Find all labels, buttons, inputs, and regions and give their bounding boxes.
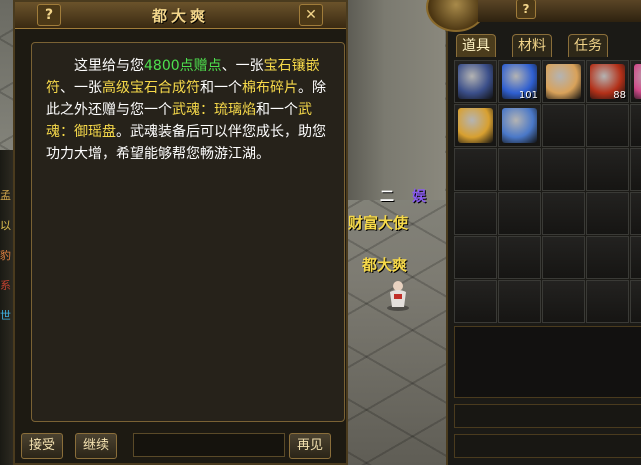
left-edge-hud: 孟 以 豹 系 世 (0, 150, 14, 465)
dialog-title-bar: ? 都大爽 ✕ (15, 2, 346, 29)
inventory-slot[interactable] (542, 280, 585, 323)
npc-dialog-panel: ? 都大爽 ✕ 这里给与您4800点赠点、一张宝石镶嵌符、一张高级宝石合成符和一… (13, 0, 348, 465)
dialog-message: 这里给与您4800点赠点、一张宝石镶嵌符、一张高级宝石合成符和一个棉布碎片。除此… (46, 58, 326, 162)
reward-cloth: 棉布碎片 (242, 80, 298, 96)
stone-wall (345, 0, 445, 200)
hud-fragment: 孟 (0, 190, 11, 202)
inventory-slot[interactable] (630, 60, 641, 103)
inventory-slot[interactable] (454, 148, 497, 191)
inventory-slot[interactable] (586, 104, 629, 147)
inventory-grid: 101 88 (454, 60, 641, 323)
inventory-bar (454, 434, 641, 458)
inventory-slot[interactable] (630, 104, 641, 147)
inventory-slot[interactable] (630, 280, 641, 323)
inventory-slot[interactable] (498, 104, 541, 147)
npc-sprite[interactable] (385, 278, 411, 312)
sword-item-icon (458, 64, 493, 99)
inventory-slot[interactable] (498, 192, 541, 235)
inventory-slot[interactable] (498, 280, 541, 323)
inventory-slot[interactable] (454, 104, 497, 147)
dialog-footer: 接受 继续 再见 (15, 431, 346, 463)
inventory-slot[interactable] (542, 192, 585, 235)
inventory-slot[interactable] (630, 192, 641, 235)
inventory-slot[interactable] (542, 104, 585, 147)
dialog-title: 都大爽 (151, 7, 209, 25)
hud-fragment: 世 (0, 310, 11, 322)
tab-quest[interactable]: 任务 (568, 34, 608, 57)
accept-button[interactable]: 接受 (21, 433, 64, 459)
inventory-slot[interactable] (630, 148, 641, 191)
inventory-slot[interactable] (586, 148, 629, 191)
help-icon[interactable]: ? (516, 0, 536, 19)
reward-soul-1: 武魂：琉璃焰 (172, 102, 256, 118)
inventory-panel: ? 道具 材料 任务 101 88 (426, 0, 641, 465)
scroll-item-icon (458, 108, 493, 143)
scene-text-fragment: 娱 (412, 189, 426, 205)
blue-charm-item-icon (502, 108, 537, 143)
dialog-input-field[interactable] (133, 433, 285, 457)
tab-materials[interactable]: 材料 (512, 34, 552, 57)
close-icon[interactable]: ✕ (299, 4, 323, 26)
inventory-header: ? (478, 0, 641, 22)
inventory-slot[interactable] (454, 60, 497, 103)
pink-item-icon (634, 64, 641, 99)
inventory-slot[interactable] (586, 236, 629, 279)
inventory-slot[interactable] (586, 192, 629, 235)
reward-gem-merge: 高级宝石合成符 (102, 80, 200, 96)
item-count: 88 (613, 90, 626, 101)
inventory-slot[interactable] (454, 236, 497, 279)
npc-title: 财富大使 (348, 214, 409, 232)
inventory-slot[interactable] (498, 236, 541, 279)
inventory-slot[interactable] (542, 148, 585, 191)
hud-fragment: 系 (0, 280, 11, 292)
pearls-item-icon (546, 64, 581, 99)
inventory-slot[interactable]: 101 (498, 60, 541, 103)
inventory-slot[interactable] (454, 280, 497, 323)
continue-button[interactable]: 继续 (75, 433, 118, 459)
scene-text-fragment: 二 (380, 189, 394, 205)
reward-points: 4800点赠点 (144, 58, 222, 74)
inventory-slot[interactable] (498, 148, 541, 191)
inventory-slot[interactable] (630, 236, 641, 279)
inventory-slot[interactable] (586, 280, 629, 323)
npc-name[interactable]: 都大爽 (362, 254, 407, 275)
inventory-bar (454, 404, 641, 428)
inventory-detail-area (454, 326, 641, 398)
inventory-slot[interactable] (454, 192, 497, 235)
inventory-slot[interactable] (542, 236, 585, 279)
hud-fragment: 以 (0, 220, 11, 232)
tab-items[interactable]: 道具 (456, 34, 496, 57)
item-count: 101 (518, 90, 538, 101)
inventory-slot[interactable] (542, 60, 585, 103)
dialog-content: 这里给与您4800点赠点、一张宝石镶嵌符、一张高级宝石合成符和一个棉布碎片。除此… (31, 42, 345, 422)
goodbye-button[interactable]: 再见 (289, 433, 332, 459)
inventory-slot[interactable]: 88 (586, 60, 629, 103)
hud-fragment: 豹 (0, 250, 11, 262)
